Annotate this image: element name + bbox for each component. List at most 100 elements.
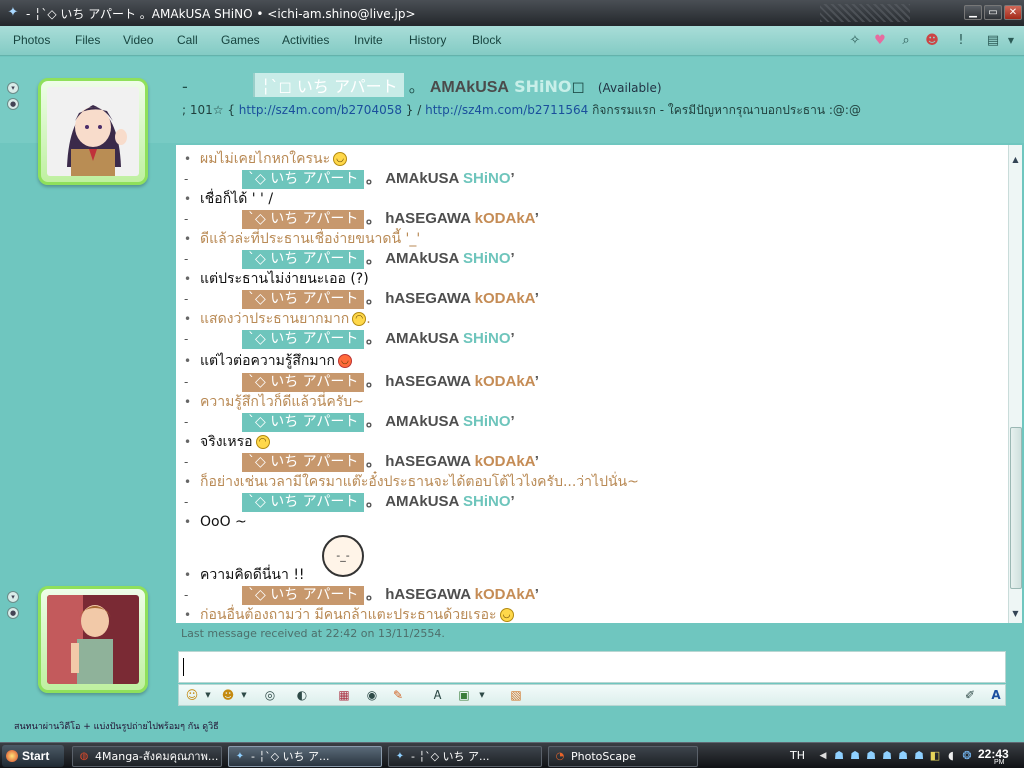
conversation-area[interactable]: • ผมไม่เคยไกหกใครนะ ◡ - `◇ いち アパート 。 AMAk… [176,145,1008,623]
nudge-icon[interactable]: ◎ [261,687,279,703]
options-icon[interactable]: ▤ [984,32,1002,50]
menu-call[interactable]: Call [177,33,198,47]
background-icon[interactable]: ▣ [455,687,473,703]
sender-tag: `◇ いち アパート [242,170,365,189]
minimize-button[interactable]: ▁ [964,5,982,20]
expand-control[interactable]: ▾ [7,591,19,603]
grid-icon[interactable]: ▦ [335,687,353,703]
contact-tray-icon[interactable]: ☗ [912,749,926,763]
sender-tag: `◇ いち アパート [242,250,365,269]
clock[interactable]: 22:43 PM [978,747,1009,766]
task-chat-1[interactable]: ✦ - ╎`◇ いち ア... [228,746,382,767]
scroll-up-icon[interactable]: ▲ [1011,155,1020,164]
smiley-icon: ◡ [499,608,514,622]
menu-history[interactable]: History [409,33,446,47]
emoticon-icon[interactable]: ☻ [923,32,941,50]
search-icon[interactable]: ⌕ [897,32,915,50]
ad-banner-text[interactable]: สนทนาผ่านวิดีโอ + แบ่งปันรูปถ่ายไปพร้อมๆ… [14,719,219,733]
message-line: • แต่ประธานไม่ง่ายนะเออ (?) [184,271,369,287]
scrollbar-thumb[interactable] [1010,427,1022,589]
messenger-tray-icon[interactable]: ❂ [960,749,974,763]
contact-tray-icon[interactable]: ☗ [880,749,894,763]
personal-message: ; 101☆ { http://sz4m.com/b2704058 } / ht… [182,101,861,120]
close-button[interactable]: ✕ [1004,5,1022,20]
contact-avatar[interactable] [38,78,148,185]
messenger-icon: ✦ [235,751,245,762]
message-text: แต่ไวต่อความรู้สึกมาก [200,353,335,369]
task-photoscape[interactable]: ◔ PhotoScape [548,746,698,767]
nudge-icon[interactable]: ! [952,32,970,50]
sender-name-a: hASEGAWA [385,210,471,227]
message-line: • OoO ~ [184,514,247,530]
contact-header [0,57,1024,143]
message-line: • ผมไม่เคยไกหกใครนะ ◡ [176,149,1006,169]
contact-tray-icon[interactable]: ☗ [896,749,910,763]
psm-suffix: กิจกรรมแรก - ใครมีปัญหากรุณาบอกประธาน :@… [588,103,861,117]
sender-name-a: AMAkUSA [385,170,459,187]
speaker-icon[interactable]: ◉ [363,687,381,703]
webcam-icon[interactable]: ● [7,98,19,110]
sender-name-b: SHiNO [462,170,511,187]
handwriting-icon[interactable]: ✐ [961,687,979,703]
windows-orb-icon [6,750,18,762]
message-text: ดีแล้วล่ะที่ประธานเชื่อง่ายขนาดนี้ '_' [200,231,421,247]
start-button[interactable]: Start [2,745,64,767]
message-line: • จริงเหรอ ◠ [176,432,1006,452]
my-avatar[interactable] [38,586,148,693]
menu-invite[interactable]: Invite [354,33,383,47]
activity-icon[interactable]: ▧ [507,687,525,703]
heart-icon[interactable]: ♥ [871,32,889,50]
contact-dash: - [182,77,188,96]
smiley-icon: ◠ [352,312,367,326]
psm-mid: } / [401,103,426,117]
scroll-down-icon[interactable]: ▼ [1011,609,1020,618]
menu-photos[interactable]: Photos [13,33,50,47]
psm-prefix: ; 101☆ { [182,103,239,117]
sender-line-shino: - `◇ いち アパート 。 AMAkUSA SHiNO’ [184,493,515,512]
contact-status: (Available) [597,81,662,95]
webcam-icon[interactable]: ● [7,607,19,619]
chevron-down-icon[interactable]: ▼ [199,687,217,703]
wand-icon[interactable]: ✧ [846,32,864,50]
sender-line-kodaka: - `◇ いち アパート 。 hASEGAWA kODAkA’ [184,586,539,605]
maximize-button[interactable]: ▭ [984,5,1002,20]
font-icon[interactable]: A [987,687,1005,703]
task-browser[interactable]: ◍ 4Manga-สังคมคุณภาพ... [72,746,222,767]
menu-activities[interactable]: Activities [282,33,329,47]
menu-games[interactable]: Games [221,33,260,47]
ink-icon[interactable]: ✎ [389,687,407,703]
menu-block[interactable]: Block [472,33,501,47]
message-input[interactable] [178,651,1006,683]
voice-clip-icon[interactable]: ◐ [293,687,311,703]
contact-display-name: - ╎`◻ いち アパート 。 AMAkUSA SHiNO◻ (Availabl… [182,73,662,97]
chevron-left-icon[interactable]: ◀ [816,749,830,763]
chevron-down-icon[interactable]: ▼ [235,687,253,703]
sender-line-shino: - `◇ いち アパート 。 AMAkUSA SHiNO’ [184,170,515,189]
chevron-down-icon[interactable]: ▼ [1002,32,1020,50]
menu-files[interactable]: Files [75,33,100,47]
smiley-icon: ◠ [255,435,270,449]
network-icon[interactable]: ◧ [928,749,942,763]
sender-line-kodaka: - `◇ いち アパート 。 hASEGAWA kODAkA’ [184,210,539,229]
conversation-scrollbar[interactable]: ▲ ▼ [1008,145,1022,623]
psm-link-2[interactable]: http://sz4m.com/b2711564 [425,103,588,117]
message-text: ความรู้สึกไวก็ดีแล้วนี่ครับ~ [200,394,364,410]
contact-tray-icon[interactable]: ☗ [832,749,846,763]
message-line: • ความคิดดีนี่นา !! [184,567,305,583]
expand-control[interactable]: ▾ [7,82,19,94]
volume-icon[interactable]: ◖ [944,749,958,763]
task-chat-2[interactable]: ✦ - ╎`◇ いち ア... [388,746,542,767]
message-line: • แสดงว่าประธานยากมาก ◠. [184,311,371,327]
language-indicator[interactable]: TH [790,749,805,762]
menu-video[interactable]: Video [123,33,153,47]
sender-line-kodaka: - `◇ いち アパート 。 hASEGAWA kODAkA’ [184,290,539,309]
contact-tray-icon[interactable]: ☗ [864,749,878,763]
format-toolbar: ☺ ▼ ☻ ▼ ◎ ◐ ▦ ◉ ✎ Ꭺ ▣ ▼ ▧ ✐ A [178,684,1006,706]
contact-tray-icon[interactable]: ☗ [848,749,862,763]
message-line: • ก็อย่างเช่นเวลามีใครมาแต๊ะอั๋งประธานจะไ… [184,474,639,490]
message-line: • เชื่อก็ได้ ' ' / [184,191,274,207]
spellcheck-icon[interactable]: Ꭺ [429,687,447,703]
chevron-down-icon[interactable]: ▼ [473,687,491,703]
message-line: • ก่อนอื่นต้องถามว่า มีคนกล้าแตะประธานด้ว… [176,605,1006,623]
psm-link-1[interactable]: http://sz4m.com/b2704058 [239,103,402,117]
